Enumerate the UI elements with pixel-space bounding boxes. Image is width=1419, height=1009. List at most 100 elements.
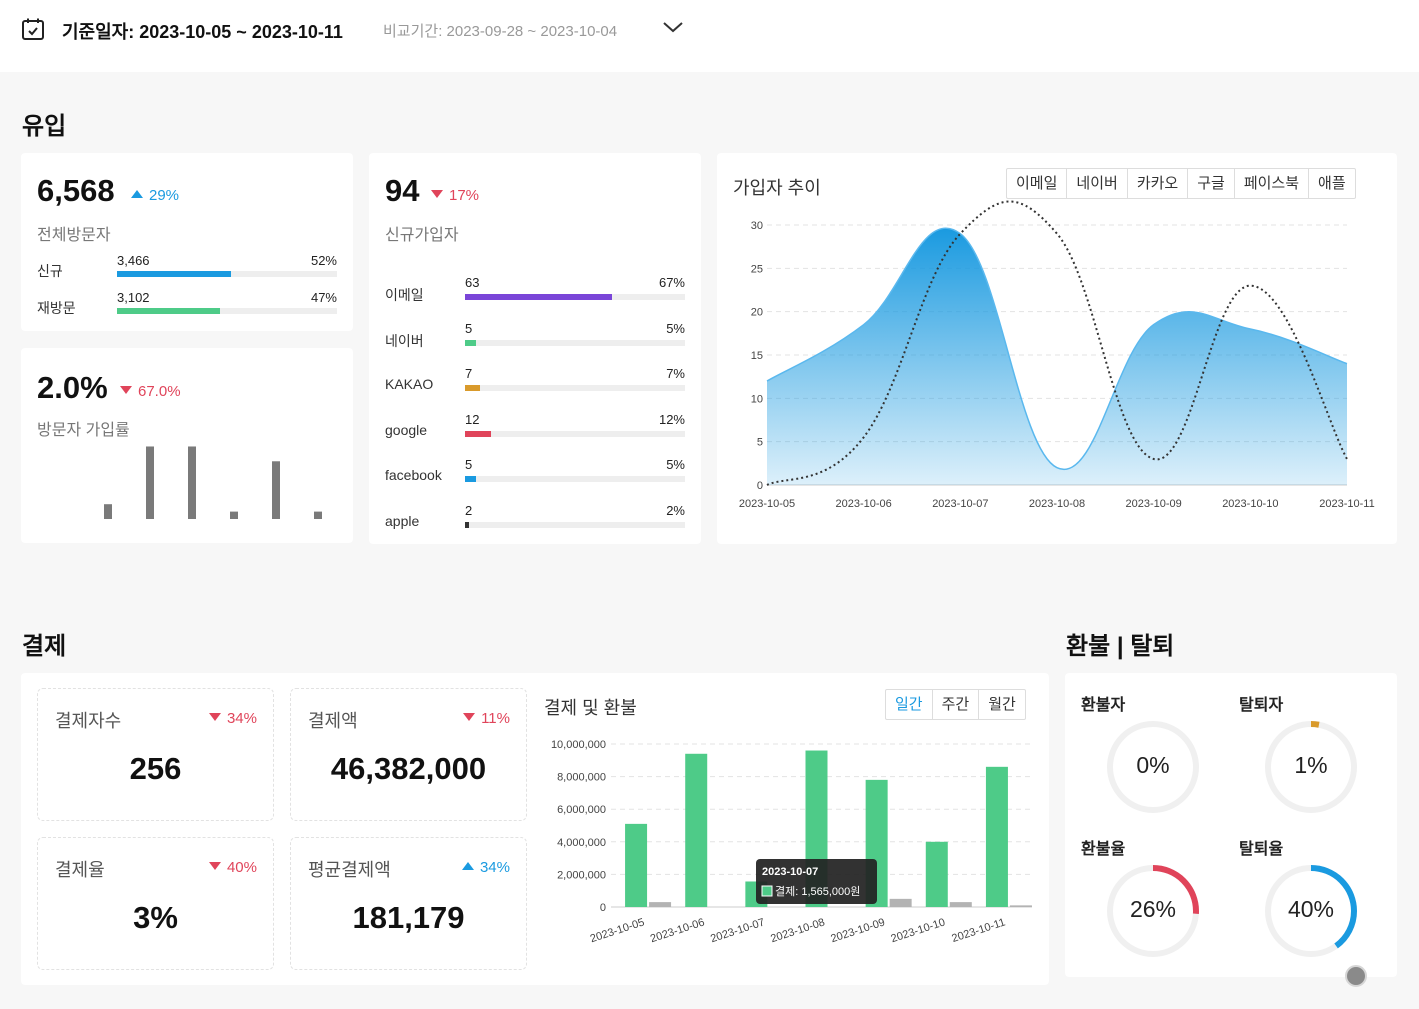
arrow-down-icon xyxy=(208,713,221,721)
trend-y-tick: 0 xyxy=(757,480,763,492)
signup-row-bar-fill xyxy=(465,521,470,528)
signup-row-bar xyxy=(465,476,685,482)
signup-row-pct: 5% xyxy=(666,457,685,472)
arrow-up-icon xyxy=(131,190,143,198)
conversion-card: 2.0% 67.0% 방문자 가입률 xyxy=(21,348,353,543)
payment-kpi-label: 평균결제액 xyxy=(308,860,391,880)
compare-range-label: 비교기간: 2023-09-28 ~ 2023-10-04 xyxy=(383,23,618,40)
signup-trend-card: 가입자 추이 이메일 네이버 카카오 구글 페이스북 애플 0 5 10 15 20 25 30 202… xyxy=(717,153,1397,544)
signup-row-label: google xyxy=(385,421,428,438)
conversion-label: 방문자 가입률 xyxy=(37,422,130,439)
trend-x-tick: 2023-10-05 xyxy=(739,498,795,510)
arrow-down-icon xyxy=(431,190,443,198)
pay-bar[interactable] xyxy=(625,823,648,907)
trend-x-tick: 2023-10-09 xyxy=(1126,498,1182,510)
signup-row-label: apple xyxy=(385,512,420,529)
signup-row-label: facebook xyxy=(385,467,442,483)
payment-kpi-label: 결제율 xyxy=(55,860,105,880)
conversion-value: 2.0% xyxy=(37,370,108,405)
inflow-section-title: 유입 xyxy=(22,113,67,140)
calendar-icon[interactable] xyxy=(21,17,45,41)
trend-y-tick: 15 xyxy=(751,350,763,362)
sparkline-bar xyxy=(272,461,280,519)
payment-card: 결제 및 환불 일간 주간 월간 0 2,000,000 4,000,000 6,000,… xyxy=(21,673,1049,985)
signup-row-pct: 12% xyxy=(658,411,685,427)
payment-tooltip: 2023-10-07 결제: 1,565,000원 xyxy=(756,859,877,904)
arrow-down-icon xyxy=(463,713,476,721)
refund-bar[interactable] xyxy=(1009,905,1032,907)
pay-y-tick: 8,000,000 xyxy=(557,772,606,784)
trend-y-tick: 30 xyxy=(751,220,763,232)
signup-row-bar-fill xyxy=(465,385,481,391)
payment-kpi-delta: 34% xyxy=(208,710,257,727)
sparkline-bar xyxy=(230,511,238,519)
arrow-up-icon xyxy=(461,862,474,870)
conversion-delta: 67.0% xyxy=(120,383,181,400)
tooltip-swatch xyxy=(761,885,773,897)
signups-label: 신규가입자 xyxy=(385,227,459,244)
signup-trend-chart: 0 5 10 15 20 25 30 2023-10-05 2023-10-06 2023-10-… xyxy=(739,200,1375,510)
pay-x-tick: 2023-10-07 xyxy=(709,916,766,945)
pay-x-tick: 2023-10-10 xyxy=(889,916,946,945)
visitor-row-pct: 47% xyxy=(310,290,337,305)
payment-kpi-label: 결제액 xyxy=(308,711,358,731)
signup-row-count: 5 xyxy=(465,320,473,336)
trend-y-tick: 25 xyxy=(751,263,763,275)
conversion-sparkline xyxy=(104,446,322,519)
signup-row-count: 12 xyxy=(465,411,480,427)
visitor-row-bar xyxy=(117,271,337,277)
payment-kpi-delta: 34% xyxy=(461,859,510,876)
signup-row-pct: 7% xyxy=(666,366,685,381)
visitor-row-count: 3,466 xyxy=(117,253,150,268)
visitor-row-bar xyxy=(117,308,337,314)
refund-bar[interactable] xyxy=(649,902,672,907)
donut-value: 1% xyxy=(1294,752,1328,778)
signup-row-bar xyxy=(465,294,685,300)
arrow-down-icon xyxy=(120,386,132,394)
trend-y-tick: 5 xyxy=(757,437,763,449)
donut-label: 환불율 xyxy=(1081,841,1126,858)
visitors-label: 전체방문자 xyxy=(37,227,111,244)
signup-row-label: KAKAO xyxy=(385,376,434,392)
refund-bar[interactable] xyxy=(889,898,912,907)
trend-x-tick: 2023-10-06 xyxy=(836,498,892,510)
visitors-card: 6,568 29% 전체방문자 신규 3,466 52% 재방문 3,102 47% xyxy=(21,153,353,331)
donut-label: 탈퇴율 xyxy=(1239,841,1284,858)
scroll-top-button[interactable] xyxy=(1345,965,1367,987)
visitor-row-label: 재방문 xyxy=(37,300,76,316)
refund-card: 환불자 0% 탈퇴자 1% 환불율 26% 탈퇴율 40% xyxy=(1065,673,1397,977)
pay-y-tick: 0 xyxy=(600,902,606,914)
signup-row-bar-fill xyxy=(465,294,613,300)
trend-x-tick: 2023-10-07 xyxy=(932,498,988,510)
payment-kpi-delta: 40% xyxy=(208,859,257,876)
signup-row-bar-fill xyxy=(465,430,492,437)
pay-y-tick: 2,000,000 xyxy=(557,869,606,881)
pay-y-tick: 6,000,000 xyxy=(557,804,606,816)
signup-row-bar xyxy=(465,339,685,346)
visitor-row-label: 신규 xyxy=(37,263,63,279)
signup-row-label: 이메일 xyxy=(385,287,424,303)
signup-row-bar xyxy=(465,521,685,528)
donut-value: 40% xyxy=(1287,896,1335,922)
signup-row-pct: 2% xyxy=(666,502,685,518)
tooltip-text: 결제: 1,565,000원 xyxy=(775,885,860,898)
pay-bar[interactable] xyxy=(925,841,948,907)
pay-bar[interactable] xyxy=(685,753,708,907)
payment-kpi-box: 평균결제액 34% 181,179 xyxy=(290,837,527,970)
signup-row-bar-fill xyxy=(465,476,476,482)
top-bar: 기준일자: 2023-10-05 ~ 2023-10-11 비교기간: 2023… xyxy=(0,0,1419,72)
payment-section-title: 결제 xyxy=(22,633,67,660)
refund-bar[interactable] xyxy=(949,902,972,907)
visitor-row-bar-fill xyxy=(117,308,221,314)
pay-bar[interactable] xyxy=(985,766,1008,907)
pay-y-tick: 4,000,000 xyxy=(557,837,606,849)
visitors-delta: 29% xyxy=(131,187,179,204)
date-range-label[interactable]: 기준일자: 2023-10-05 ~ 2023-10-11 xyxy=(62,18,343,44)
trend-x-tick: 2023-10-08 xyxy=(1029,498,1085,510)
donut-label: 환불자 xyxy=(1081,697,1126,714)
chevron-down-icon[interactable] xyxy=(662,18,684,36)
trend-x-tick: 2023-10-11 xyxy=(1319,498,1374,510)
pay-x-tick: 2023-10-11 xyxy=(950,916,1006,945)
trend-x-tick: 2023-10-10 xyxy=(1222,498,1278,510)
signup-row-bar-fill xyxy=(465,339,476,346)
